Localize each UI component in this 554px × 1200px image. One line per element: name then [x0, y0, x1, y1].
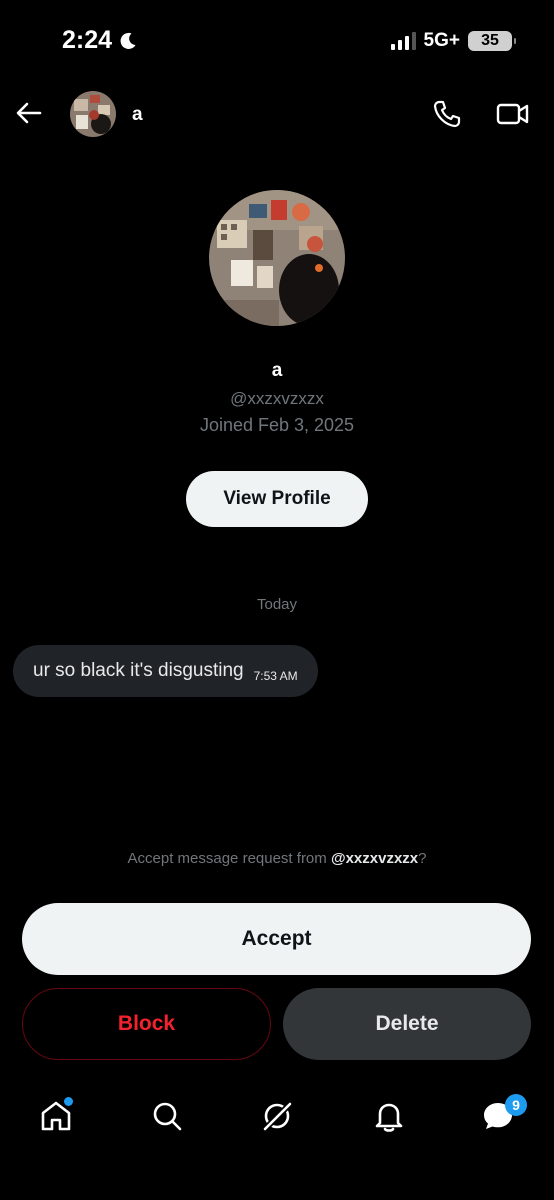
battery-icon: 35 — [468, 31, 516, 51]
network-label: 5G+ — [423, 30, 460, 51]
block-button[interactable]: Block — [22, 988, 271, 1060]
back-arrow-icon[interactable] — [14, 98, 44, 128]
bell-icon[interactable] — [371, 1098, 407, 1134]
accept-button[interactable]: Accept — [22, 903, 531, 975]
message-request-prompt: Accept message request from @xxzxvzxzx? — [0, 850, 554, 867]
video-call-icon[interactable] — [496, 99, 530, 129]
profile-handle: @xxzxvzxzx — [230, 389, 324, 408]
header-avatar[interactable] — [70, 91, 116, 137]
status-bar-indicators: 5G+ 35 — [390, 30, 516, 52]
status-time-text: 2:24 — [62, 26, 113, 54]
message-timestamp: 7:53 AM — [253, 669, 298, 683]
day-separator: Today — [256, 596, 298, 613]
phone-icon[interactable] — [432, 99, 462, 129]
profile-avatar[interactable] — [209, 190, 345, 326]
profile-joined-date: Joined Feb 3, 2025 — [199, 415, 355, 435]
header-name[interactable]: a — [132, 104, 143, 126]
grok-icon[interactable] — [259, 1098, 295, 1134]
message-bubble[interactable]: ur so black it's disgusting 7:53 AM — [13, 645, 318, 697]
message-text: ur so black it's disgusting — [33, 660, 244, 681]
request-prompt-handle[interactable]: @xxzxvzxzx — [331, 850, 418, 867]
view-profile-button[interactable]: View Profile — [186, 471, 368, 527]
request-prompt-prefix: Accept message request from — [127, 850, 331, 867]
messages-badge: 9 — [505, 1094, 527, 1116]
battery-level: 35 — [481, 32, 499, 49]
home-notification-dot — [62, 1095, 75, 1108]
request-prompt-suffix: ? — [418, 850, 427, 867]
search-icon[interactable] — [149, 1098, 185, 1134]
profile-name: a — [271, 360, 283, 381]
moon-icon — [120, 32, 136, 49]
status-bar-time: 2:24 — [62, 26, 138, 55]
signal-icon — [390, 32, 416, 50]
delete-button[interactable]: Delete — [283, 988, 531, 1060]
